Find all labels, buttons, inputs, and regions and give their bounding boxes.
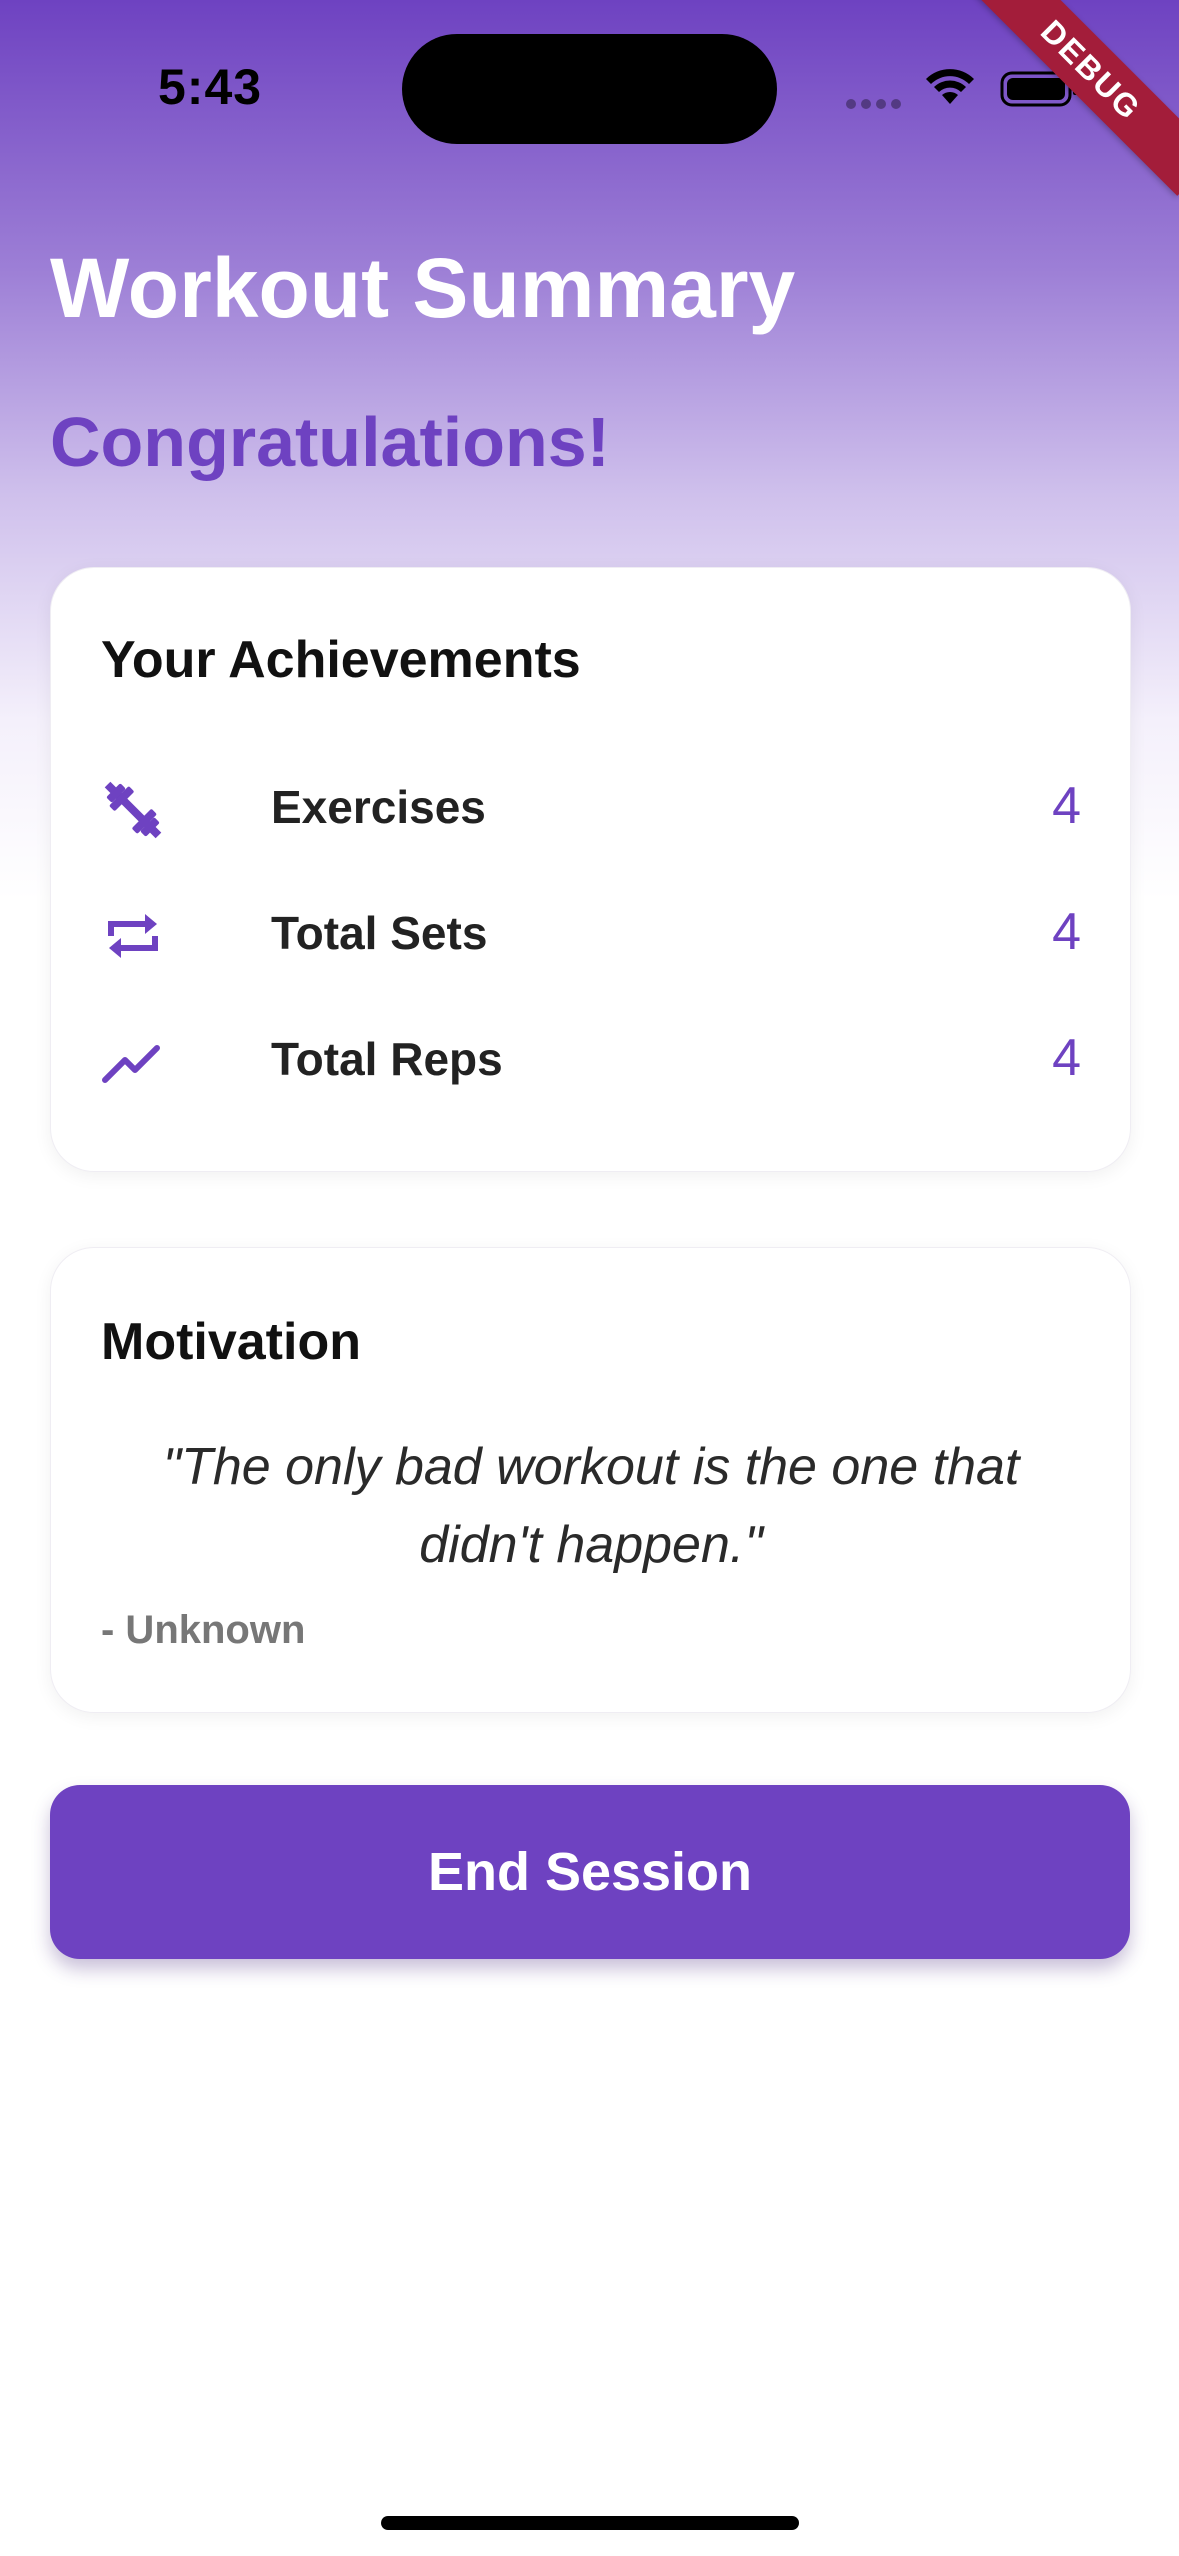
achievement-row-total-reps: Total Reps 4 xyxy=(101,1020,1081,1100)
dumbbell-icon xyxy=(104,781,162,839)
achievement-label: Total Reps xyxy=(271,1033,503,1085)
status-bar-time: 5:43 xyxy=(158,59,263,115)
achievement-row-total-sets: Total Sets 4 xyxy=(101,894,1081,974)
achievements-title: Your Achievements xyxy=(101,631,581,689)
motivation-quote: "The only bad workout is the one that di… xyxy=(162,1438,1020,1574)
motivation-title: Motivation xyxy=(101,1313,361,1371)
achievement-row-exercises: Exercises 4 xyxy=(101,768,1081,848)
achievement-label: Exercises xyxy=(271,781,486,833)
dynamic-island xyxy=(402,34,777,144)
congratulations-heading: Congratulations! xyxy=(50,403,610,481)
achievement-label: Total Sets xyxy=(271,907,488,959)
cellular-signal-icon xyxy=(846,96,906,109)
trending-up-icon xyxy=(102,1045,160,1083)
repeat-icon xyxy=(108,914,158,958)
achievement-value: 4 xyxy=(1052,777,1081,835)
home-indicator[interactable] xyxy=(381,2516,799,2530)
achievement-value: 4 xyxy=(1052,1029,1081,1087)
achievement-value: 4 xyxy=(1052,903,1081,961)
end-session-button[interactable]: End Session xyxy=(50,1785,1130,1959)
quote-author: - Unknown xyxy=(101,1608,306,1652)
wifi-icon xyxy=(926,69,974,104)
achievements-card: Your Achievements Exercises 4 Total Sets… xyxy=(50,567,1131,1172)
motivation-card: Motivation "The only bad workout is the … xyxy=(50,1247,1131,1713)
page-title: Workout Summary xyxy=(50,241,796,335)
